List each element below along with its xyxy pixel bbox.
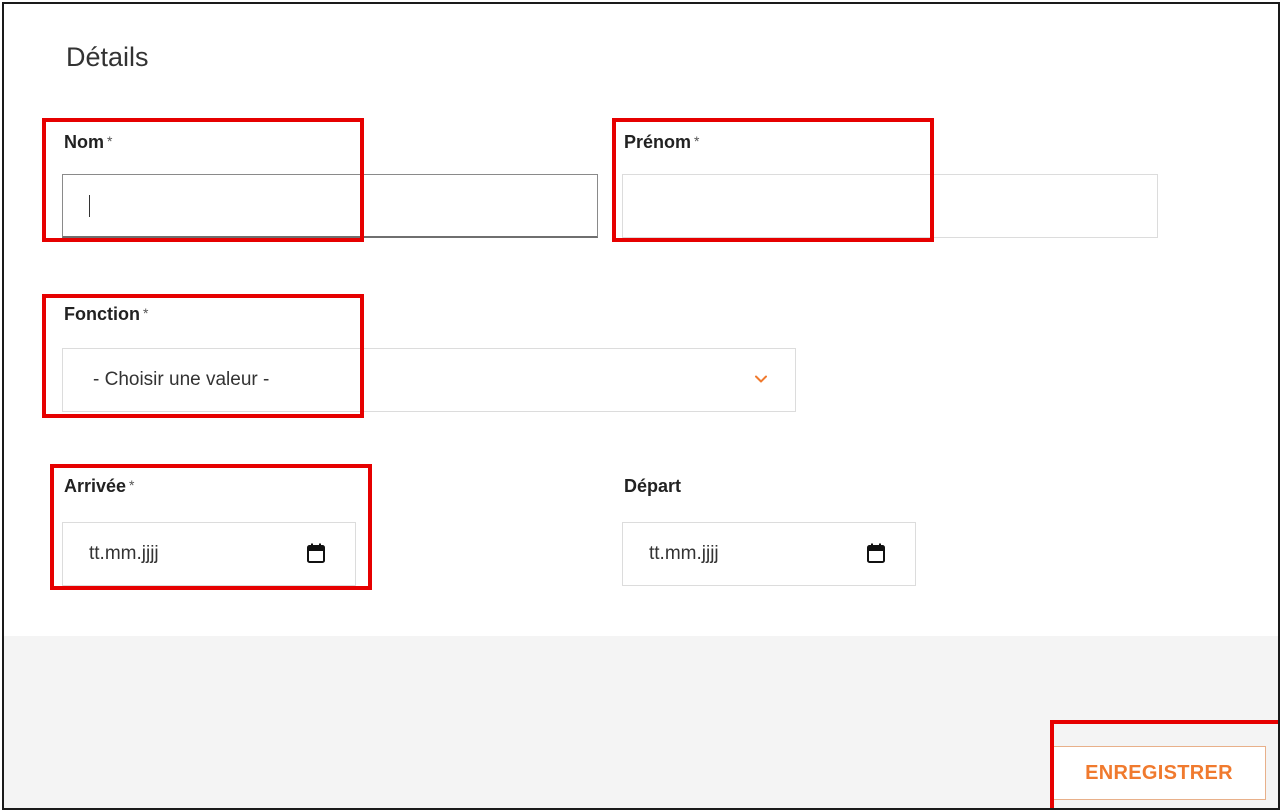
nom-label-text: Nom [64, 132, 104, 152]
calendar-icon[interactable] [867, 543, 885, 563]
prenom-label-text: Prénom [624, 132, 692, 152]
fonction-label: Fonction * [64, 304, 148, 325]
nom-input[interactable] [62, 174, 598, 238]
prenom-label: Prénom * [624, 132, 699, 153]
required-mark: * [694, 133, 700, 149]
calendar-icon[interactable] [307, 543, 325, 563]
section-title: Détails [66, 42, 149, 72]
depart-label: Départ [624, 476, 681, 497]
required-mark: * [129, 477, 135, 493]
depart-label-text: Départ [624, 476, 682, 496]
fonction-select[interactable]: - Choisir une valeur - [62, 348, 796, 412]
chevron-down-icon [755, 375, 767, 383]
required-mark: * [142, 305, 149, 321]
arrivee-label: Arrivée * [64, 476, 135, 497]
details-panel: Détails Nom * Prénom * Fonction * - Choisir… [2, 2, 1280, 810]
depart-placeholder: tt.mm.jjjj [649, 543, 719, 564]
text-caret [89, 195, 90, 217]
fonction-label-text: Fonction [64, 304, 140, 324]
arrivee-date-input[interactable]: tt.mm.jjjj [62, 522, 356, 586]
prenom-input[interactable] [622, 174, 1158, 238]
required-mark: * [107, 133, 113, 149]
nom-label: Nom * [64, 132, 112, 153]
arrivee-label-text: Arrivée [64, 476, 127, 496]
save-button[interactable]: ENREGISTRER [1052, 746, 1266, 800]
fonction-selected-value: - Choisir une valeur - [93, 369, 270, 390]
depart-date-input[interactable]: tt.mm.jjjj [622, 522, 916, 586]
arrivee-placeholder: tt.mm.jjjj [89, 543, 159, 564]
